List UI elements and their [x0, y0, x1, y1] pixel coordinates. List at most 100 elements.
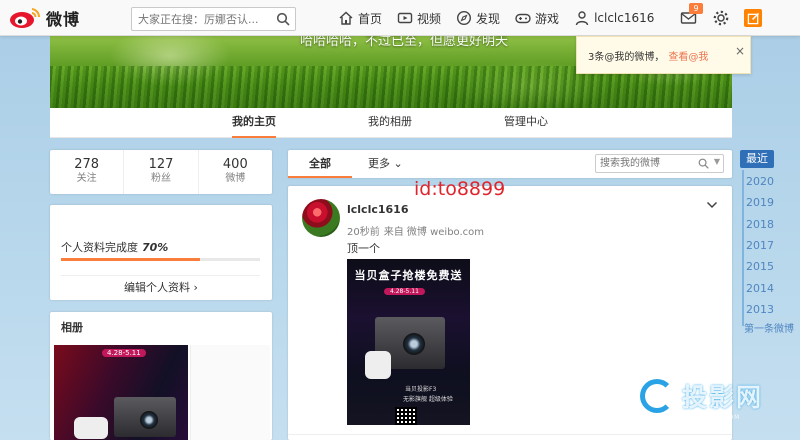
post-image-title: 当贝盒子抢楼免费送	[354, 269, 463, 282]
post-meta: 20秒前 来自 微博 weibo.com	[347, 223, 488, 238]
chevron-down-icon[interactable]	[706, 200, 718, 210]
profile-completion: 个人资料完成度 70%	[61, 239, 168, 255]
profile-completion-card: 个人资料完成度 70% 编辑个人资料 ›	[50, 205, 272, 300]
post-image-product: 当贝投影F3	[405, 386, 437, 393]
nav-home[interactable]: 首页	[338, 10, 382, 27]
edit-profile-link[interactable]: 编辑个人资料 ›	[50, 279, 272, 295]
gear-icon	[713, 10, 729, 26]
projector-lens-graphic	[403, 333, 425, 355]
post-source: 来自 微博 weibo.com	[383, 227, 485, 238]
filter-all-tab[interactable]: 全部	[288, 150, 352, 178]
cover-slogan: 哈哈哈哈，不过已至，但愿更好明天	[300, 36, 509, 49]
nav-video[interactable]: 视频	[397, 10, 441, 27]
post-action-bar	[288, 434, 732, 440]
post-time[interactable]: 20秒前	[347, 227, 380, 238]
logo-text: 微博	[46, 10, 81, 29]
stats-card: 278 关注 127 粉丝 400 微博	[50, 150, 272, 194]
stat-following[interactable]: 278 关注	[50, 150, 125, 194]
tab-my-home[interactable]: 我的主页	[232, 108, 276, 138]
timeline-year[interactable]: 2019	[746, 196, 774, 209]
nav-user[interactable]: lclclc1616	[574, 10, 654, 26]
timeline-recent[interactable]: 最近	[740, 150, 774, 168]
album-card: 相册 4.28-5.11	[50, 312, 272, 440]
weibo-eye-icon	[10, 8, 41, 28]
post-image-slogan: 无影旗舰 超级体验	[403, 396, 453, 403]
qr-code-icon	[395, 407, 417, 425]
completion-label: 个人资料完成度	[61, 241, 138, 254]
timeline-first-post[interactable]: 第一条微博	[744, 320, 794, 335]
followers-count: 127	[148, 157, 174, 172]
feed-filter-bar: 全部 更多 ⌄ ▼	[288, 150, 732, 178]
profile-tabs: 我的主页 我的相册 管理中心	[50, 108, 732, 138]
album-title[interactable]: 相册	[61, 319, 83, 335]
search-icon[interactable]	[276, 12, 290, 26]
posts-count: 400	[222, 157, 248, 172]
overlay-id-text: id:to8899	[414, 178, 506, 200]
user-icon	[575, 11, 589, 26]
main-nav: 首页 视频 发现 游戏 lclclc1616	[338, 0, 669, 36]
nav-discover[interactable]: 发现	[456, 10, 500, 27]
game-icon	[515, 13, 531, 24]
discover-icon	[457, 10, 472, 26]
tab-manage-center[interactable]: 管理中心	[504, 108, 548, 138]
nav-video-label: 视频	[417, 11, 442, 26]
post-username[interactable]: lclclc1616	[347, 203, 409, 216]
completion-value: 70%	[142, 241, 169, 254]
top-navbar: 微博 首页 视频 发现	[0, 0, 800, 36]
settings-button[interactable]	[712, 9, 730, 27]
posts-label: 微博	[225, 173, 246, 184]
compose-icon	[747, 12, 759, 24]
following-label: 关注	[76, 173, 97, 184]
watermark-logo-icon	[640, 379, 674, 413]
nav-discover-label: 发现	[476, 11, 501, 26]
timeline-year[interactable]: 2018	[746, 218, 774, 231]
weibo-logo[interactable]: 微博	[8, 6, 88, 30]
album-photo-thumbnail[interactable]	[190, 345, 270, 440]
timeline-year[interactable]: 2015	[746, 260, 774, 273]
my-posts-search-input[interactable]	[596, 155, 696, 172]
post-image-date: 4.28-5.11	[384, 288, 425, 295]
close-icon[interactable]: ×	[735, 44, 745, 58]
completion-progress-bar	[61, 258, 260, 261]
remote-graphic	[74, 417, 108, 439]
timeline-year[interactable]: 2014	[746, 282, 774, 295]
watermark-text: 投影网	[682, 383, 764, 412]
timeline-rail	[742, 170, 744, 326]
timeline-year[interactable]: 2017	[746, 239, 774, 252]
timeline-year[interactable]: 2013	[746, 303, 774, 316]
post-image[interactable]: 当贝盒子抢楼免费送 4.28-5.11 当贝投影F3 无影旗舰 超级体验	[347, 259, 470, 425]
watermark-subtext: TOUYING.COM	[686, 414, 741, 421]
compose-button[interactable]	[744, 9, 762, 27]
video-icon	[397, 12, 413, 24]
mention-notification-text: 3条@我的微博， 查看@我	[588, 48, 708, 63]
year-timeline: 最近 2020 2019 2018 2017 2015 2014 2013 第一…	[740, 150, 800, 335]
projector-lens-graphic	[140, 411, 158, 429]
tab-my-album[interactable]: 我的相册	[368, 108, 412, 138]
global-search-input[interactable]	[132, 8, 270, 30]
nav-actions: 9	[680, 0, 762, 36]
avatar[interactable]	[302, 199, 340, 237]
divider	[61, 275, 260, 276]
post-text: 顶一个	[347, 242, 380, 255]
nav-game[interactable]: 游戏	[515, 10, 559, 27]
timeline-year[interactable]: 2020	[746, 175, 774, 188]
view-mentions-link[interactable]: 查看@我	[668, 52, 708, 63]
my-posts-search: ▼	[595, 154, 724, 173]
stat-posts[interactable]: 400 微博	[199, 150, 272, 194]
stat-followers[interactable]: 127 粉丝	[124, 150, 199, 194]
home-icon	[339, 11, 353, 25]
nav-user-label: lclclc1616	[594, 11, 655, 25]
search-icon[interactable]	[698, 158, 709, 169]
remote-graphic	[365, 351, 391, 379]
message-count-badge: 9	[689, 3, 703, 14]
chevron-down-icon[interactable]: ▼	[714, 157, 720, 166]
mention-notification: 3条@我的微博， 查看@我 ×	[576, 36, 751, 74]
completion-progress-fill	[61, 258, 201, 261]
album-photo[interactable]: 4.28-5.11	[54, 345, 188, 440]
filter-more-dropdown[interactable]: 更多 ⌄	[368, 150, 403, 178]
album-photo-tag: 4.28-5.11	[102, 349, 146, 357]
mention-message: 3条@我的微博，	[588, 52, 665, 63]
nav-home-label: 首页	[358, 11, 383, 26]
messages-button[interactable]: 9	[680, 3, 703, 27]
following-count: 278	[74, 157, 100, 172]
